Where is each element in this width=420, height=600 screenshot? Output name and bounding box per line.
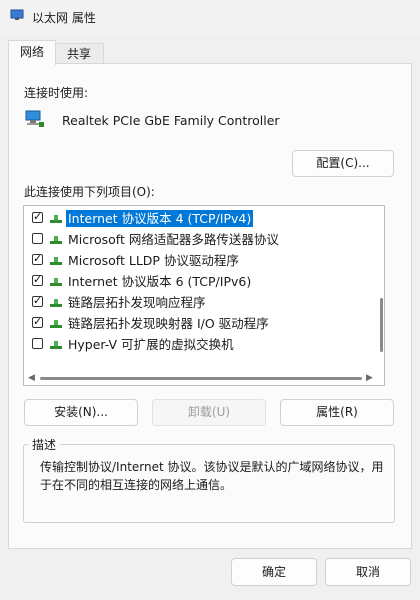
tab-sharing[interactable]: 共享 <box>54 43 104 64</box>
properties-button[interactable]: 属性(R) <box>280 399 394 426</box>
description-title: 描述 <box>28 436 61 453</box>
ok-button[interactable]: 确定 <box>231 558 317 586</box>
list-item-label: 链路层拓扑发现响应程序 <box>68 295 206 310</box>
checkbox[interactable] <box>32 338 43 349</box>
list-item-label: Microsoft 网络适配器多路传送器协议 <box>68 232 279 247</box>
components-list[interactable]: ✓ Internet 协议版本 4 (TCP/IPv4) Microsoft 网… <box>23 205 385 386</box>
list-item[interactable]: ✓ Internet 协议版本 6 (TCP/IPv6) <box>24 271 374 292</box>
checkbox[interactable]: ✓ <box>32 294 43 307</box>
list-item[interactable]: ✓ Internet 协议版本 4 (TCP/IPv4) <box>24 208 374 229</box>
horizontal-scrollbar[interactable]: ◀ ▶ <box>24 372 380 384</box>
protocol-icon <box>50 236 62 244</box>
connect-using-label: 连接时使用: <box>24 86 89 100</box>
uninstall-button[interactable]: 卸载(U) <box>152 399 266 426</box>
horizontal-scrollbar-thumb[interactable] <box>40 377 362 380</box>
checkbox[interactable]: ✓ <box>32 273 43 286</box>
protocol-icon <box>50 257 62 265</box>
configure-button[interactable]: 配置(C)... <box>292 150 394 177</box>
list-item-label: Microsoft LLDP 协议驱动程序 <box>68 253 239 268</box>
description-text: 传输控制协议/Internet 协议。该协议是默认的广域网络协议，用于在不同的相… <box>40 460 384 492</box>
protocol-icon <box>50 320 62 328</box>
protocol-icon <box>50 341 62 349</box>
cancel-button[interactable]: 取消 <box>325 558 411 586</box>
adapter-name: Realtek PCIe GbE Family Controller <box>62 113 280 128</box>
protocol-icon <box>50 299 62 307</box>
network-adapter-icon <box>10 9 24 20</box>
list-item[interactable]: ✓ Microsoft LLDP 协议驱动程序 <box>24 250 374 271</box>
items-label: 此连接使用下列项目(O): <box>24 185 155 199</box>
window-title: 以太网 属性 <box>32 11 96 25</box>
protocol-icon <box>50 215 62 223</box>
checkbox[interactable]: ✓ <box>32 210 43 223</box>
checkbox[interactable] <box>32 233 43 244</box>
network-card-icon <box>25 110 44 127</box>
list-item[interactable]: Microsoft 网络适配器多路传送器协议 <box>24 229 374 250</box>
list-item[interactable]: ✓ 链路层拓扑发现响应程序 <box>24 292 374 313</box>
vertical-scrollbar-thumb[interactable] <box>380 298 383 352</box>
list-item-label: Hyper-V 可扩展的虚拟交换机 <box>68 337 234 352</box>
list-item-label: 链路层拓扑发现映射器 I/O 驱动程序 <box>68 316 269 331</box>
scroll-right-icon[interactable]: ▶ <box>366 373 373 383</box>
list-item-label: Internet 协议版本 4 (TCP/IPv4) <box>66 210 254 227</box>
protocol-icon <box>50 278 62 286</box>
tab-strip: 网络 共享 <box>8 40 412 65</box>
list-item-label: Internet 协议版本 6 (TCP/IPv6) <box>68 274 252 289</box>
scroll-left-icon[interactable]: ◀ <box>28 373 35 383</box>
tab-network[interactable]: 网络 <box>8 40 56 65</box>
install-button[interactable]: 安装(N)... <box>24 399 138 426</box>
checkbox[interactable]: ✓ <box>32 252 43 265</box>
list-item[interactable]: Hyper-V 可扩展的虚拟交换机 <box>24 334 374 355</box>
title-bar: 以太网 属性 <box>0 0 420 34</box>
checkbox[interactable]: ✓ <box>32 315 43 328</box>
list-item[interactable]: ✓ 链路层拓扑发现映射器 I/O 驱动程序 <box>24 313 374 334</box>
